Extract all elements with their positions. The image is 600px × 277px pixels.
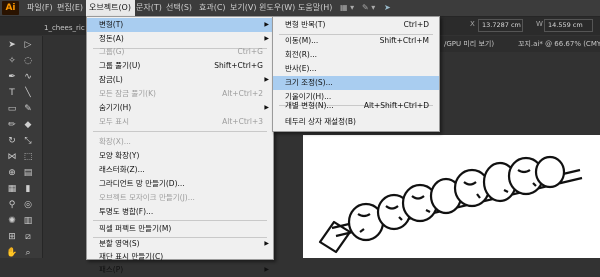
document-tab-left[interactable]: 1_chees_ric: [44, 22, 85, 34]
transform-item-reset-bounding-box[interactable]: 테두리 상자 재설정(B): [273, 115, 439, 129]
eraser-tool-icon[interactable]: ◆: [21, 118, 35, 132]
object-menu-item-ungroup[interactable]: 그룹 풀기(U) Shift+Ctrl+G: [87, 59, 273, 73]
shape-builder-tool-icon[interactable]: ⊕: [5, 166, 19, 180]
object-menu-item-flatten-transparency[interactable]: 투명도 병합(F)...: [87, 205, 273, 219]
pen-tool-icon[interactable]: ✒: [5, 70, 19, 84]
object-menu-item-object-mosaic[interactable]: 오브젝트 모자이크 만들기(J)...: [87, 191, 273, 205]
selection-tool-icon[interactable]: ➤: [5, 38, 19, 52]
object-menu-item-gradient-mesh[interactable]: 그라디언트 망 만들기(D)...: [87, 177, 273, 191]
transform-item-reflect[interactable]: 반사(E)...: [273, 62, 439, 76]
menu-object[interactable]: 오브젝트(O): [86, 0, 135, 16]
line-tool-icon[interactable]: ╲: [21, 86, 35, 100]
illustrator-logo: Ai: [2, 1, 19, 15]
brush-icon[interactable]: ✎ ▾: [362, 0, 375, 16]
paintbrush-tool-icon[interactable]: ✎: [21, 102, 35, 116]
document-tab-active[interactable]: 꼬지.ai* @ 66.67% (CMYS: [518, 38, 600, 50]
object-menu-item-transform[interactable]: 변형(T) ▶: [87, 18, 273, 32]
direct-selection-tool-icon[interactable]: ▷: [21, 38, 35, 52]
transform-item-scale[interactable]: 크기 조정(S)...: [273, 76, 439, 90]
mesh-tool-icon[interactable]: ▦: [5, 182, 19, 196]
object-menu-item-expand[interactable]: 확장(X)...: [87, 135, 273, 149]
eyedropper-tool-icon[interactable]: ⚲: [5, 198, 19, 212]
perspective-grid-tool-icon[interactable]: ▤: [21, 166, 35, 180]
object-menu-item-expand-appearance[interactable]: 모양 확장(Y): [87, 149, 273, 163]
w-label-icon: W: [536, 20, 543, 28]
menu-file[interactable]: 파일(F): [27, 0, 53, 16]
object-menu-item-show-all[interactable]: 모두 표시 Alt+Ctrl+3: [87, 115, 273, 129]
transform-submenu: 변형 반복(T) Ctrl+D 이동(M)... Shift+Ctrl+M 회전(R…: [272, 16, 440, 132]
curvature-tool-icon[interactable]: ∿: [21, 70, 35, 84]
free-transform-tool-icon[interactable]: ⬚: [21, 150, 35, 164]
symbol-sprayer-tool-icon[interactable]: ✺: [5, 214, 19, 228]
rotate-tool-icon[interactable]: ↻: [5, 134, 19, 148]
menu-separator: [93, 131, 267, 132]
document-tab-gpu[interactable]: /GPU 미리 보기): [444, 38, 494, 50]
scale-tool-icon[interactable]: ⤡: [21, 134, 35, 148]
object-menu-item-unlock-all[interactable]: 모든 잠금 풀기(K) Alt+Ctrl+2: [87, 87, 273, 101]
menu-help[interactable]: 도움말(H): [298, 0, 332, 16]
x-field[interactable]: 13.7287 cm: [478, 19, 523, 32]
artboard-tool-icon[interactable]: ⊞: [5, 230, 19, 244]
object-menu-item-arrange[interactable]: 정돈(A) ▶: [87, 32, 273, 46]
workspace-grid-icon[interactable]: ▦ ▾: [340, 0, 354, 16]
object-menu-item-crop-marks[interactable]: 재단 표시 만들기(C): [87, 250, 273, 264]
object-menu-item-group[interactable]: 그룹(G) Ctrl+G: [87, 45, 273, 59]
slice-tool-icon[interactable]: ⧄: [21, 230, 35, 244]
blend-tool-icon[interactable]: ◎: [21, 198, 35, 212]
object-menu-item-slice[interactable]: 분할 영역(S) ▶: [87, 237, 273, 251]
magic-wand-tool-icon[interactable]: ✧: [5, 54, 19, 68]
x-label-icon: X: [470, 20, 475, 28]
menu-effect[interactable]: 효과(C): [199, 0, 226, 16]
transform-item-repeat[interactable]: 변형 반복(T) Ctrl+D: [273, 18, 439, 32]
object-menu-item-path[interactable]: 패스(P) ▶: [87, 263, 273, 277]
object-menu: 변형(T) ▶ 정돈(A) ▶ 그룹(G) Ctrl+G 그룹 풀기(U) Shift+…: [86, 16, 274, 274]
tools-panel: ➤ ▷ ✧ ◌ ✒ ∿ T ╲ ▭ ✎ ✏ ◆ ↻ ⤡ ⋈ ⬚ ⊕ ▤ ▦ ▮ …: [0, 36, 43, 258]
rectangle-tool-icon[interactable]: ▭: [5, 102, 19, 116]
menu-window[interactable]: 윈도우(W): [259, 0, 295, 16]
column-graph-tool-icon[interactable]: ▥: [21, 214, 35, 228]
skewer-illustration[interactable]: [310, 140, 600, 258]
pencil-tool-icon[interactable]: ✏: [5, 118, 19, 132]
object-menu-item-hide[interactable]: 숨기기(H) ▶: [87, 101, 273, 115]
object-menu-item-pixel-perfect[interactable]: 픽셀 퍼펙트 만들기(M): [87, 222, 273, 236]
type-tool-icon[interactable]: T: [5, 86, 19, 100]
gradient-tool-icon[interactable]: ▮: [21, 182, 35, 196]
transform-item-move[interactable]: 이동(M)... Shift+Ctrl+M: [273, 34, 439, 48]
send-icon[interactable]: ➤: [384, 0, 391, 16]
transform-item-rotate[interactable]: 회전(R)...: [273, 48, 439, 62]
object-menu-item-rasterize[interactable]: 래스터화(Z)...: [87, 163, 273, 177]
object-menu-item-lock[interactable]: 잠금(L) ▶: [87, 73, 273, 87]
menu-separator: [93, 220, 267, 221]
transform-item-transform-each[interactable]: 개별 변형(N)... Alt+Shift+Ctrl+D: [273, 99, 439, 113]
width-tool-icon[interactable]: ⋈: [5, 150, 19, 164]
w-field[interactable]: 14.559 cm: [544, 19, 593, 32]
menu-type[interactable]: 문자(T): [136, 0, 162, 16]
menu-select[interactable]: 선택(S): [166, 0, 192, 16]
menu-view[interactable]: 보기(V): [230, 0, 256, 16]
menu-edit[interactable]: 편집(E): [57, 0, 83, 16]
lasso-tool-icon[interactable]: ◌: [21, 54, 35, 68]
